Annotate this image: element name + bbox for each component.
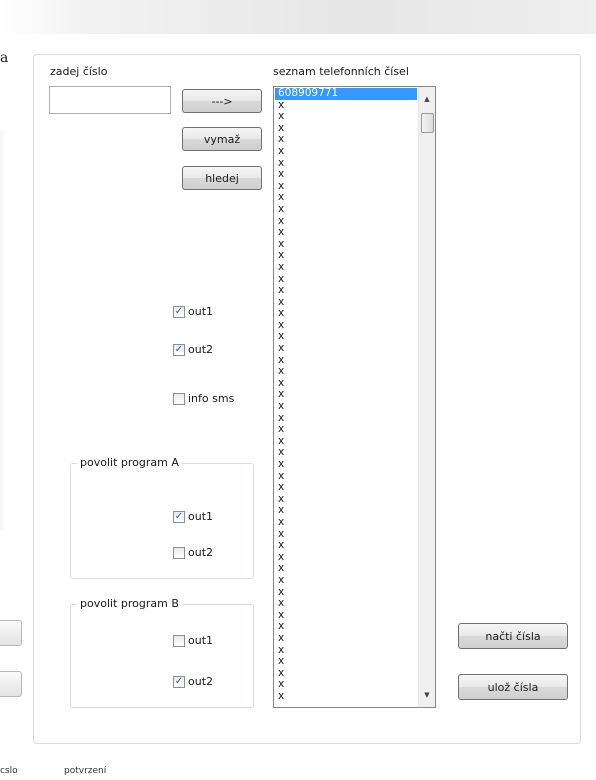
list-item[interactable]: x bbox=[275, 587, 417, 599]
number-input-label: zadej číslo bbox=[50, 65, 108, 78]
list-item[interactable]: x bbox=[275, 100, 417, 112]
list-item[interactable]: x bbox=[275, 378, 417, 390]
list-item[interactable]: x bbox=[275, 158, 417, 170]
list-item[interactable]: x bbox=[275, 645, 417, 657]
load-numbers-button[interactable]: načti čísla bbox=[458, 623, 568, 649]
list-item[interactable]: x bbox=[275, 401, 417, 413]
list-item[interactable]: x bbox=[275, 598, 417, 610]
phone-list-items: 608909771 x x x x x x x x x x x x x x x x x x x x x x x x x x x x x x x… bbox=[275, 88, 417, 702]
list-item[interactable]: x bbox=[275, 204, 417, 216]
list-item[interactable]: x bbox=[275, 285, 417, 297]
list-item[interactable]: x bbox=[275, 123, 417, 135]
add-number-button[interactable]: ---> bbox=[182, 89, 262, 113]
list-item[interactable]: x bbox=[275, 459, 417, 471]
list-item[interactable]: x bbox=[275, 563, 417, 575]
checkbox-label: out1 bbox=[188, 305, 214, 318]
checkbox-box[interactable]: ✓ bbox=[173, 510, 185, 523]
checkbox-label: out2 bbox=[188, 343, 214, 356]
list-item[interactable]: x bbox=[275, 308, 417, 320]
list-item[interactable]: x bbox=[275, 529, 417, 541]
program-a-out1-checkbox[interactable]: ✓ out1 bbox=[173, 510, 213, 523]
list-item[interactable]: x bbox=[275, 250, 417, 262]
search-button[interactable]: hledej bbox=[182, 166, 262, 190]
list-item[interactable]: x bbox=[275, 366, 417, 378]
checkbox-label: out1 bbox=[188, 510, 214, 523]
checkbox-box[interactable] bbox=[173, 546, 185, 559]
list-item[interactable]: x bbox=[275, 227, 417, 239]
info-sms-checkbox[interactable]: info sms bbox=[173, 392, 234, 405]
list-item[interactable]: x bbox=[275, 239, 417, 251]
number-input[interactable] bbox=[49, 86, 171, 114]
list-item[interactable]: x bbox=[275, 575, 417, 587]
scroll-down-icon[interactable]: ▼ bbox=[419, 687, 435, 703]
window-header-band bbox=[0, 0, 596, 34]
list-item[interactable]: x bbox=[275, 494, 417, 506]
program-b-group: povolit program B bbox=[70, 597, 254, 708]
list-item[interactable]: x bbox=[275, 505, 417, 517]
checkbox-box[interactable]: ✓ bbox=[173, 305, 185, 318]
background-window-button[interactable] bbox=[0, 671, 22, 697]
list-item[interactable]: x bbox=[275, 436, 417, 448]
phone-list-label: seznam telefonních čísel bbox=[273, 65, 409, 78]
program-b-out1-checkbox[interactable]: out1 bbox=[173, 634, 213, 647]
list-item[interactable]: x bbox=[275, 471, 417, 483]
program-b-out2-checkbox[interactable]: ✓ out2 bbox=[173, 675, 213, 688]
list-item[interactable]: x bbox=[275, 134, 417, 146]
checkbox-label: out2 bbox=[188, 546, 214, 559]
background-window-button[interactable] bbox=[0, 620, 22, 646]
status-text-left: cslo bbox=[0, 766, 18, 776]
list-item[interactable]: x bbox=[275, 540, 417, 552]
status-text-right: potvrzení bbox=[64, 766, 107, 776]
scroll-thumb[interactable] bbox=[421, 113, 434, 133]
program-a-title: povolit program A bbox=[77, 456, 182, 469]
list-item[interactable]: x bbox=[275, 216, 417, 228]
program-a-group: povolit program A bbox=[70, 456, 254, 579]
list-item[interactable]: x bbox=[275, 111, 417, 123]
list-item[interactable]: x bbox=[275, 413, 417, 425]
list-item[interactable]: x bbox=[275, 297, 417, 309]
list-item[interactable]: x bbox=[275, 389, 417, 401]
list-item[interactable]: x bbox=[275, 274, 417, 286]
program-b-title: povolit program B bbox=[77, 597, 182, 610]
list-item[interactable]: x bbox=[275, 447, 417, 459]
list-scrollbar[interactable]: ▲ ▼ bbox=[418, 87, 435, 707]
out1-checkbox[interactable]: ✓ out1 bbox=[173, 305, 213, 318]
list-item[interactable]: x bbox=[275, 482, 417, 494]
stray-character: a bbox=[0, 50, 9, 66]
delete-button[interactable]: vymaž bbox=[182, 127, 262, 151]
list-item[interactable]: x bbox=[275, 262, 417, 274]
checkbox-box[interactable] bbox=[173, 392, 185, 405]
list-item[interactable]: x bbox=[275, 621, 417, 633]
checkbox-label: out2 bbox=[188, 675, 214, 688]
list-item[interactable]: x bbox=[275, 679, 417, 691]
list-item[interactable]: x bbox=[275, 331, 417, 343]
program-a-out2-checkbox[interactable]: out2 bbox=[173, 546, 213, 559]
list-item[interactable]: x bbox=[275, 169, 417, 181]
checkbox-box[interactable] bbox=[173, 634, 185, 647]
list-item[interactable]: 608909771 bbox=[275, 88, 417, 100]
list-item[interactable]: x bbox=[275, 691, 417, 703]
list-item[interactable]: x bbox=[275, 517, 417, 529]
background-window-edge bbox=[0, 130, 6, 530]
list-item[interactable]: x bbox=[275, 668, 417, 680]
list-item[interactable]: x bbox=[275, 181, 417, 193]
list-item[interactable]: x bbox=[275, 552, 417, 564]
checkbox-box[interactable]: ✓ bbox=[173, 675, 185, 688]
checkbox-label: info sms bbox=[188, 392, 235, 405]
list-item[interactable]: x bbox=[275, 146, 417, 158]
list-item[interactable]: x bbox=[275, 343, 417, 355]
list-item[interactable]: x bbox=[275, 633, 417, 645]
list-item[interactable]: x bbox=[275, 610, 417, 622]
list-item[interactable]: x bbox=[275, 656, 417, 668]
list-item[interactable]: x bbox=[275, 424, 417, 436]
checkbox-box[interactable]: ✓ bbox=[173, 343, 185, 356]
checkbox-label: out1 bbox=[188, 634, 214, 647]
out2-checkbox[interactable]: ✓ out2 bbox=[173, 343, 213, 356]
phone-number-list[interactable]: 608909771 x x x x x x x x x x x x x x x x x x x x x x x x x x x x x x x… bbox=[273, 86, 436, 708]
scroll-up-icon[interactable]: ▲ bbox=[419, 91, 435, 107]
save-numbers-button[interactable]: ulož čísla bbox=[458, 674, 568, 700]
list-item[interactable]: x bbox=[275, 320, 417, 332]
list-item[interactable]: x bbox=[275, 192, 417, 204]
list-item[interactable]: x bbox=[275, 355, 417, 367]
